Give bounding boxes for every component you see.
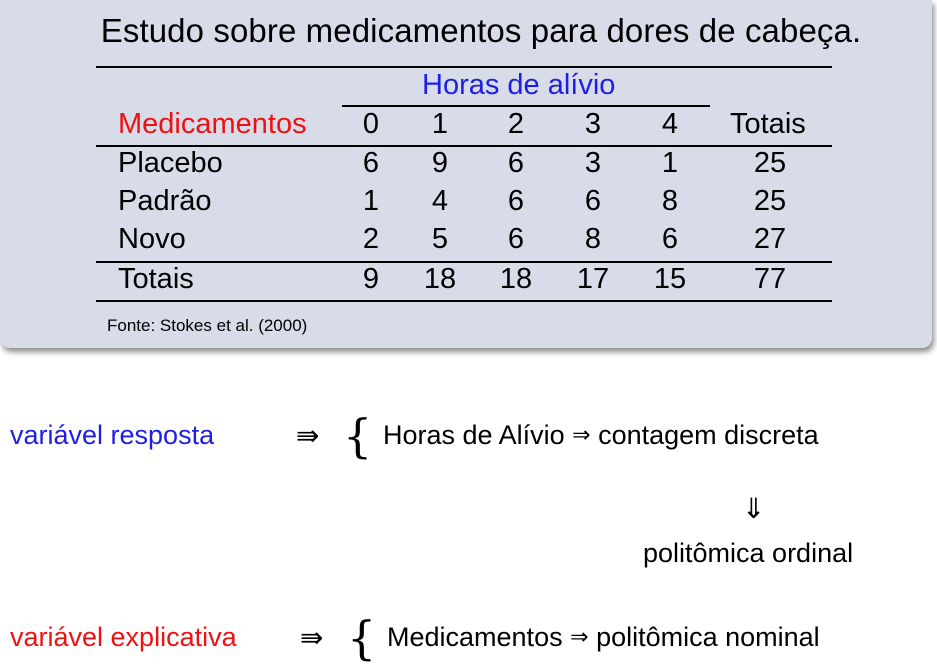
grand-total: 77 (753, 263, 787, 295)
totals-cell: 18 (499, 263, 533, 295)
totals-cell: 17 (576, 263, 610, 295)
response-result: politômica ordinal (643, 538, 854, 568)
source-note: Fonte: Stokes et al. (2000) (107, 316, 308, 335)
explanatory-label: variável explicativa (10, 622, 237, 652)
brace-icon: { (343, 409, 373, 463)
response-item: Horas de Alívio ⇒ contagem discreta (383, 420, 819, 451)
table-panel: Estudo sobre medicamentos para dores de … (0, 0, 932, 348)
totals-cell: 9 (362, 263, 380, 295)
row-total: 25 (753, 185, 787, 217)
table-cell: 8 (661, 185, 679, 217)
row-label: Placebo (118, 147, 223, 179)
col-header-3: 3 (584, 108, 602, 140)
row-label: Padrão (118, 185, 212, 217)
table-cell: 6 (507, 223, 525, 255)
table-cell: 6 (661, 223, 679, 255)
row-header: Medicamentos (118, 108, 307, 140)
bottom-rule (96, 300, 832, 302)
table-cell: 6 (584, 185, 602, 217)
table-cell: 8 (584, 223, 602, 255)
implies-arrow-icon: ⇒ (572, 423, 591, 448)
totals-cell: 18 (423, 263, 457, 295)
table-cell: 1 (661, 147, 679, 179)
row-total: 27 (753, 223, 787, 255)
response-label: variável resposta (10, 420, 215, 450)
totals-label: Totais (118, 263, 194, 295)
brace-icon: { (347, 611, 377, 665)
table-cell: 6 (362, 147, 380, 179)
table-cell: 2 (362, 223, 380, 255)
explanatory-item-label: Medicamentos (387, 622, 563, 652)
col-header-2: 2 (507, 108, 525, 140)
table-cell: 3 (584, 147, 602, 179)
table-cell: 5 (431, 223, 449, 255)
table-cell: 9 (431, 147, 449, 179)
table-cell: 6 (507, 147, 525, 179)
triple-arrow-icon: ⇛ (296, 419, 320, 452)
down-arrow-icon: ⇓ (742, 492, 766, 525)
table-cell: 4 (431, 185, 449, 217)
col-header-0: 0 (362, 108, 380, 140)
implies-arrow-icon: ⇒ (570, 625, 589, 650)
table-cell: 1 (362, 185, 380, 217)
page-title: Estudo sobre medicamentos para dores de … (100, 12, 862, 49)
explanatory-item: Medicamentos ⇒ politômica nominal (387, 622, 820, 653)
col-header-1: 1 (431, 108, 449, 140)
group-header: Horas de alívio (422, 69, 616, 101)
row-total: 25 (753, 147, 787, 179)
explanatory-type: politômica nominal (596, 622, 820, 652)
table-cell: 6 (507, 185, 525, 217)
col-header-4: 4 (661, 108, 679, 140)
response-item-label: Horas de Alívio (383, 420, 565, 450)
triple-arrow-icon: ⇛ (300, 621, 324, 654)
totals-cell: 15 (653, 263, 687, 295)
total-header: Totais (730, 108, 806, 140)
row-label: Novo (118, 223, 186, 255)
response-type: contagem discreta (598, 420, 819, 450)
